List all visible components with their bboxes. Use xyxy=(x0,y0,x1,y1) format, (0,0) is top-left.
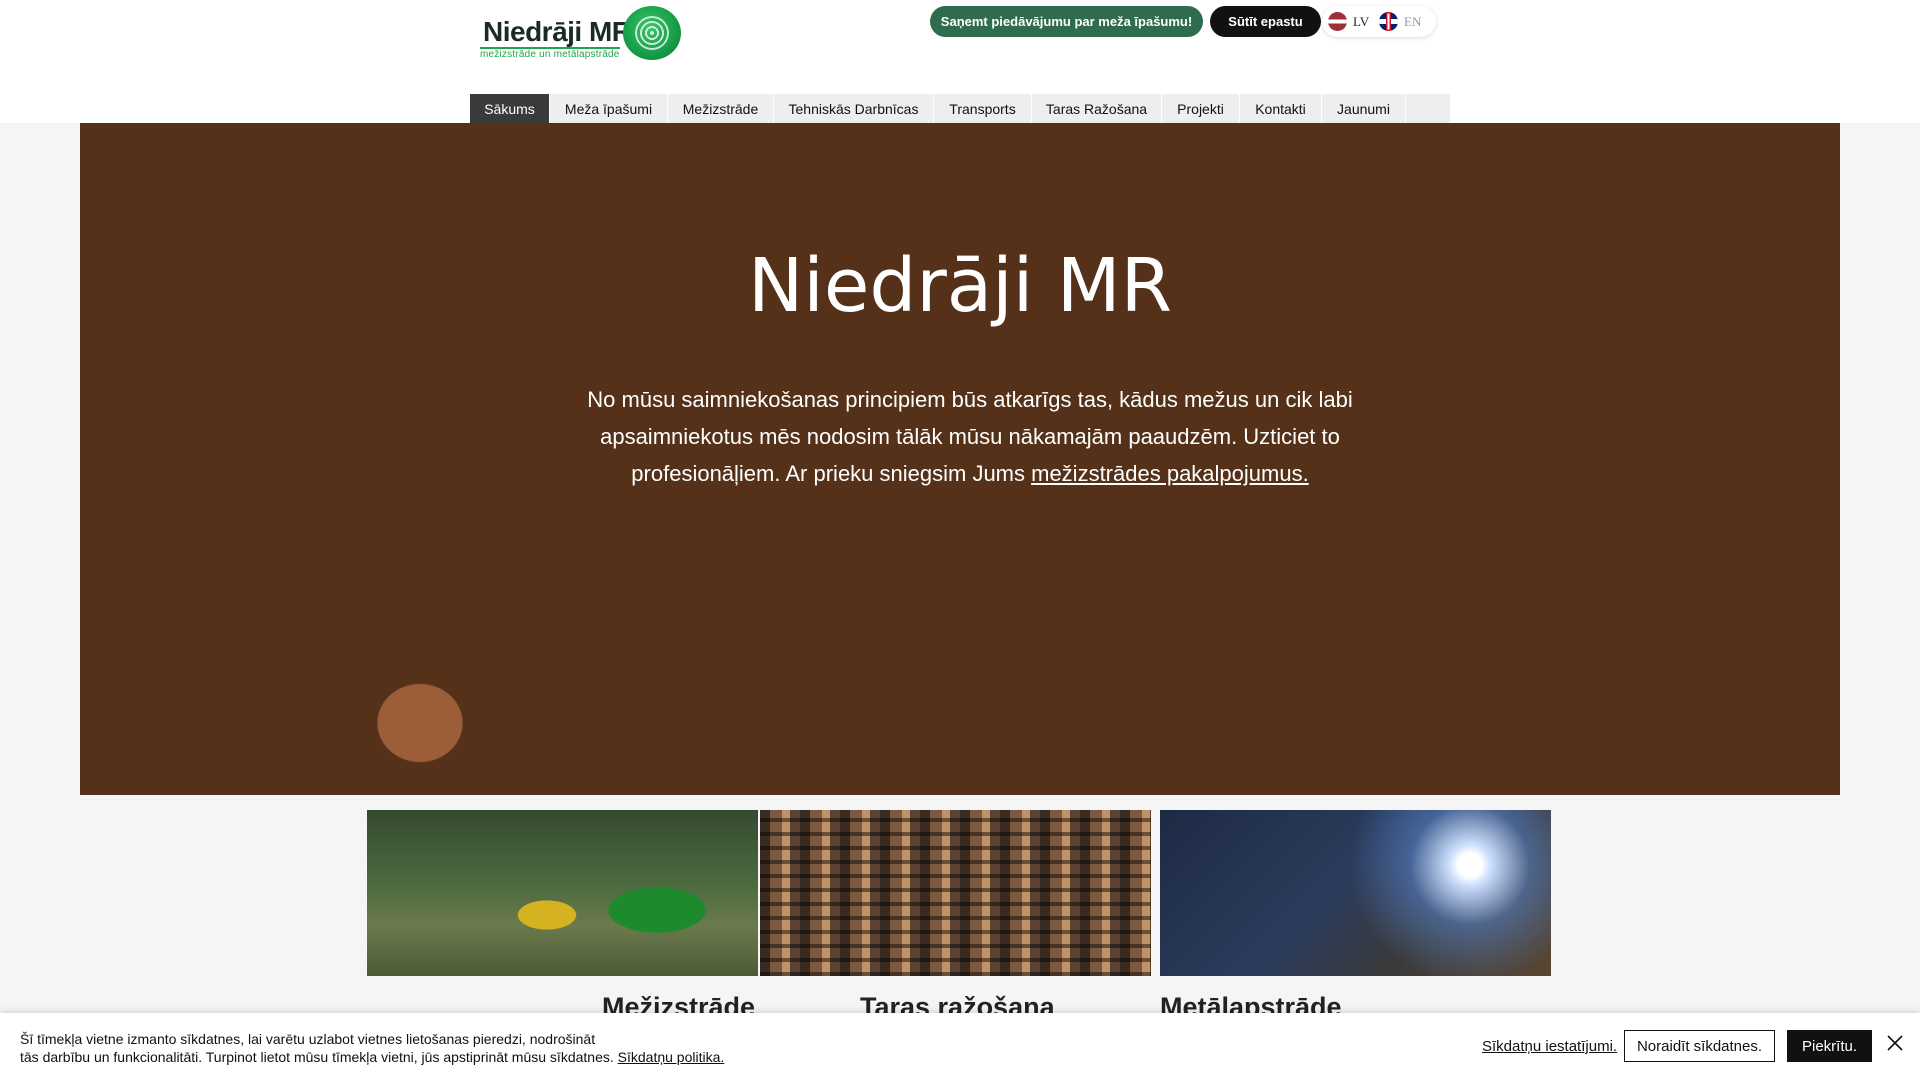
nav-item-taras-razosana[interactable]: Taras Ražošana xyxy=(1032,94,1162,123)
hero-description: No mūsu saimniekošanas principiem būs at… xyxy=(570,381,1370,492)
language-en[interactable]: EN xyxy=(1404,14,1426,30)
logo-brand-name: Niedrāji MR xyxy=(483,16,632,47)
accept-cookies-button[interactable]: Piekrītu. xyxy=(1787,1030,1872,1062)
site-header: Niedrāji MR mežizstrāde un metālapstrāde… xyxy=(0,0,1920,123)
forest-harvester-image[interactable] xyxy=(367,810,758,976)
cookie-text-line2: tās darbību un funkcionalitāti. Turpinot… xyxy=(20,1049,614,1065)
nav-item-sakums[interactable]: Sākums xyxy=(470,94,550,123)
close-icon[interactable] xyxy=(1886,1034,1904,1052)
hero-banner-logs-image: Niedrāji MR No mūsu saimniekošanas princ… xyxy=(80,123,1840,795)
uk-flag-icon[interactable] xyxy=(1379,12,1398,31)
forestry-services-link[interactable]: mežizstrādes pakalpojumus. xyxy=(1031,461,1309,486)
nav-item-meza-ipasumi[interactable]: Meža īpašumi xyxy=(550,94,668,123)
get-offer-button[interactable]: Saņemt piedāvājumu par meža īpašumu! xyxy=(930,6,1203,37)
stacked-lumber-image[interactable] xyxy=(760,810,1151,976)
cookie-policy-link[interactable]: Sīkdatņu politika. xyxy=(618,1049,725,1065)
nav-item-projekti[interactable]: Projekti xyxy=(1162,94,1240,123)
cookie-message: Šī tīmekļa vietne izmanto sīkdatnes, lai… xyxy=(20,1030,780,1066)
logo-tagline: mežizstrāde un metālapstrāde xyxy=(480,49,620,60)
latvia-flag-icon[interactable] xyxy=(1328,12,1347,31)
nav-item-kontakti[interactable]: Kontakti xyxy=(1240,94,1322,123)
welder-image[interactable] xyxy=(1160,810,1551,976)
nav-item-jaunumi[interactable]: Jaunumi xyxy=(1322,94,1406,123)
send-email-button[interactable]: Sūtīt epastu xyxy=(1210,6,1321,37)
cookie-text-line1: Šī tīmekļa vietne izmanto sīkdatnes, lai… xyxy=(20,1031,596,1047)
language-lv[interactable]: LV xyxy=(1353,14,1375,30)
nav-item-tehniskas-darbnicas[interactable]: Tehniskās Darbnīcas xyxy=(774,94,934,123)
hero-content: Niedrāji MR No mūsu saimniekošanas princ… xyxy=(80,123,1840,795)
reject-cookies-button[interactable]: Noraidīt sīkdatnes. xyxy=(1624,1030,1775,1062)
language-switcher: LV EN xyxy=(1322,6,1436,37)
nav-item-transports[interactable]: Transports xyxy=(934,94,1032,123)
hero-title: Niedrāji MR xyxy=(747,243,1173,329)
site-logo[interactable]: Niedrāji MR mežizstrāde un metālapstrāde xyxy=(478,6,682,62)
main-navigation: Sākums Meža īpašumi Mežizstrāde Tehniskā… xyxy=(470,94,1450,123)
cookie-settings-link[interactable]: Sīkdatņu iestatījumi. xyxy=(1482,1038,1617,1055)
nav-item-mezizstrade[interactable]: Mežizstrāde xyxy=(668,94,774,123)
pine-cone-logo-icon xyxy=(623,6,681,60)
cookie-banner: Šī tīmekļa vietne izmanto sīkdatnes, lai… xyxy=(0,1013,1920,1080)
